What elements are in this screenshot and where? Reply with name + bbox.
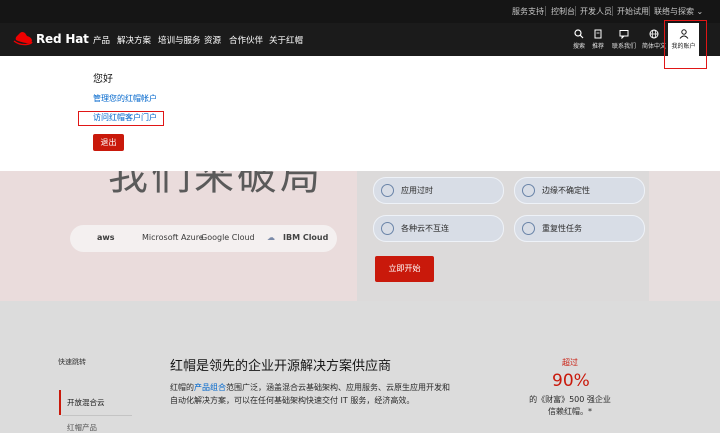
feature-pill[interactable]: 应用过时 [373, 177, 504, 204]
highlight-box [664, 20, 707, 69]
feature-pill[interactable]: 重复性任务 [514, 215, 645, 242]
logout-button[interactable]: 退出 [93, 134, 124, 151]
nav-item-resources[interactable]: 资源 [204, 34, 221, 46]
feature-pill[interactable]: 各种云不互连 [373, 215, 504, 242]
utility-contact-label: 联络与探索 [654, 7, 694, 16]
section-heading: 红帽是领先的企业开源解决方案供应商 [170, 359, 392, 374]
portfolio-link[interactable]: 产品组合 [194, 383, 226, 392]
get-started-button[interactable]: 立即开始 [375, 256, 434, 282]
feature-label: 应用过时 [401, 186, 433, 195]
nav-item-products[interactable]: 产品 [93, 34, 110, 46]
manage-account-link[interactable]: 管理您的红帽帐户 [93, 93, 157, 104]
nav-item-partners[interactable]: 合作伙伴 [229, 34, 263, 46]
nav-item-about[interactable]: 关于红帽 [269, 34, 303, 46]
feature-label: 重复性任务 [542, 224, 582, 233]
bookmark-icon [594, 29, 602, 39]
main-nav: Red Hat 产品 解决方案 培训与服务 资源 合作伙伴 关于红帽 搜索 推荐… [0, 23, 720, 56]
chevron-down-icon: ⌄ [696, 7, 704, 16]
feature-pill[interactable]: 边缘不确定性 [514, 177, 645, 204]
hero-title: 我们来破局 [108, 171, 323, 199]
recommend-label: 推荐 [591, 43, 604, 50]
chat-icon [619, 30, 629, 39]
feature-label: 各种云不互连 [401, 224, 449, 233]
utility-bar: 服务支持 控制台 开发人员 开始试用 联络与探索 ⌄ [0, 0, 720, 23]
divider [575, 6, 576, 16]
contact-label: 联系我们 [611, 43, 636, 50]
azure-logo: Microsoft Azure [142, 233, 204, 242]
divider [612, 6, 613, 16]
divider [62, 415, 132, 416]
logo-text: Red Hat [36, 32, 89, 46]
search-icon [574, 29, 584, 39]
utility-link-console[interactable]: 控制台 [551, 6, 575, 17]
ibm-cloud-icon: ☁ [267, 233, 275, 242]
divider [545, 6, 546, 16]
greeting: 您好 [93, 74, 113, 85]
gear-icon [522, 222, 535, 235]
paragraph-text: 红帽的 [170, 383, 194, 392]
utility-link-developers[interactable]: 开发人员 [580, 6, 612, 17]
section-paragraph: 红帽的产品组合范围广泛，涵盖混合云基础架构、应用服务、云原生应用开发和自动化解决… [170, 381, 452, 407]
feature-label: 边缘不确定性 [542, 186, 590, 195]
recommend-tool[interactable]: 推荐 [584, 27, 612, 53]
stat-prefix: 超过 [562, 358, 578, 367]
cloud-icon [522, 184, 535, 197]
aws-logo: aws [97, 233, 115, 242]
globe-icon [649, 29, 659, 39]
ibm-cloud-logo: IBM Cloud [283, 233, 329, 242]
utility-link-trial[interactable]: 开始试用 [617, 6, 649, 17]
nav-item-training[interactable]: 培训与服务 [158, 34, 201, 46]
cloud-icon [381, 222, 394, 235]
divider [649, 6, 650, 16]
highlight-box [78, 111, 164, 126]
sidebar-item-hybrid-cloud[interactable]: 开放混合云 [67, 397, 105, 408]
nav-item-solutions[interactable]: 解决方案 [117, 34, 151, 46]
quick-jump-label: 快速跳转 [58, 358, 86, 366]
active-indicator [59, 390, 61, 415]
utility-contact-dropdown[interactable]: 联络与探索 ⌄ [654, 6, 703, 17]
app-icon [381, 184, 394, 197]
red-hat-icon [13, 32, 33, 46]
sidebar-item-products[interactable]: 红帽产品 [67, 422, 97, 433]
contact-tool[interactable]: 联系我们 [610, 27, 638, 53]
utility-link-support[interactable]: 服务支持 [512, 6, 544, 17]
stat-description: 的《财富》500 强企业信赖红帽。* [529, 395, 611, 416]
google-cloud-logo: Google Cloud [201, 233, 255, 242]
cloud-providers-bar: aws Microsoft Azure Google Cloud ☁ IBM C… [70, 225, 337, 252]
stat-value: 90% [552, 371, 590, 391]
hero-left: 我们来破局 aws Microsoft Azure Google Cloud ☁… [0, 171, 357, 301]
